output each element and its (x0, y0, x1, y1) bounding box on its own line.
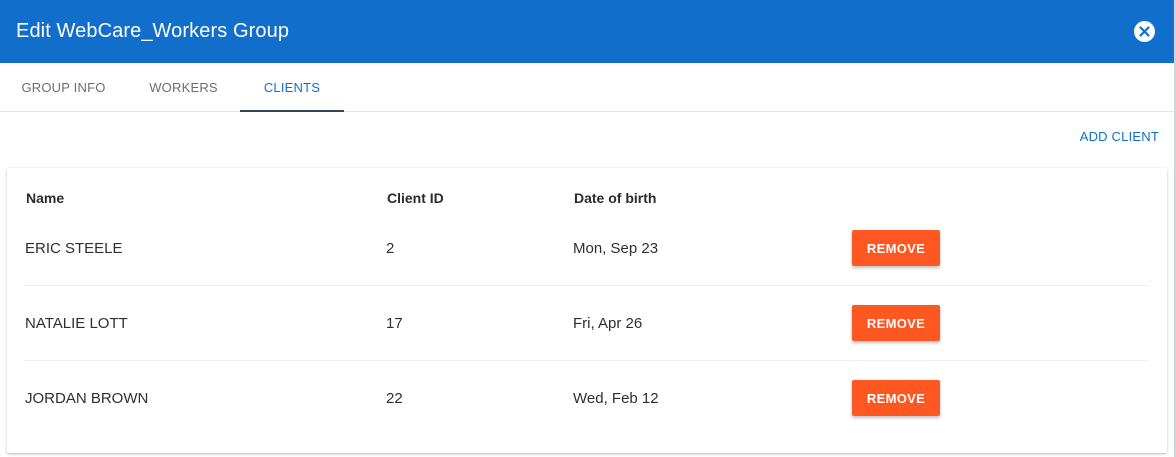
client-name: NATALIE LOTT (25, 315, 128, 332)
add-client-button[interactable]: ADD CLIENT (1080, 129, 1159, 144)
dialog-title: Edit WebCare_Workers Group (16, 20, 290, 42)
remove-button[interactable]: REMOVE (852, 305, 940, 341)
actions-bar: ADD CLIENT (0, 112, 1174, 158)
client-name: JORDAN BROWN (25, 390, 149, 407)
remove-button[interactable]: REMOVE (852, 380, 940, 416)
tab-group-info[interactable]: GROUP INFO (0, 63, 127, 111)
table-row: JORDAN BROWN 22 Wed, Feb 12 REMOVE (25, 361, 1149, 436)
client-id: 2 (386, 240, 395, 257)
client-name: ERIC STEELE (25, 240, 123, 257)
tab-bar: GROUP INFO WORKERS CLIENTS (0, 63, 1174, 112)
column-header-client-id: Client ID (387, 190, 444, 206)
client-dob: Mon, Sep 23 (573, 240, 659, 257)
dialog-header: Edit WebCare_Workers Group (0, 0, 1174, 63)
tab-clients[interactable]: CLIENTS (240, 63, 344, 112)
column-header-name: Name (26, 190, 65, 206)
tab-workers[interactable]: WORKERS (127, 63, 240, 111)
clients-table-card: Name Client ID Date of birth ERIC STEELE… (7, 168, 1167, 453)
table-row: NATALIE LOTT 17 Fri, Apr 26 REMOVE (25, 286, 1149, 361)
client-dob: Wed, Feb 12 (573, 390, 659, 407)
remove-button[interactable]: REMOVE (852, 230, 940, 266)
client-dob: Fri, Apr 26 (573, 315, 643, 332)
close-x-glyph (1139, 26, 1150, 37)
client-id: 22 (386, 390, 403, 407)
table-row: ERIC STEELE 2 Mon, Sep 23 REMOVE (25, 211, 1149, 286)
edit-group-dialog: Edit WebCare_Workers Group GROUP INFO WO… (0, 0, 1176, 457)
close-icon[interactable] (1134, 21, 1155, 42)
column-header-date-of-birth: Date of birth (574, 190, 657, 206)
client-id: 17 (386, 315, 403, 332)
